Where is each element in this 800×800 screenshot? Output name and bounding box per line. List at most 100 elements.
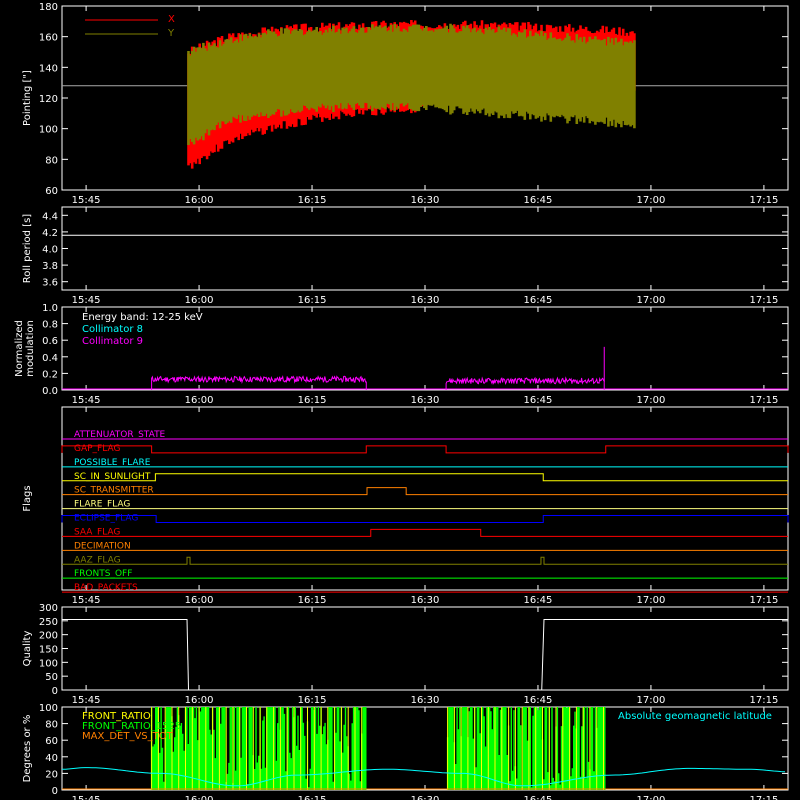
x-tick-label: 17:00	[637, 295, 666, 306]
y-tick-label: 300	[39, 603, 58, 614]
x-tick-label: 16:15	[298, 195, 327, 206]
x-tick-label: 16:30	[411, 295, 440, 306]
x-tick-label: 15:45	[72, 695, 101, 706]
x-tick-label: 17:00	[637, 795, 666, 800]
y-tick-label: 0	[52, 786, 58, 797]
y-tick-label: 80	[45, 720, 58, 731]
x-tick-label: 16:00	[185, 295, 214, 306]
flag-line	[62, 556, 788, 565]
legend-collimator-8: Collimator 8	[82, 324, 143, 335]
y-tick-label: 200	[39, 631, 58, 642]
y-tick-label: 1.0	[42, 303, 58, 314]
x-tick-label: 16:15	[298, 695, 327, 706]
flag-line	[62, 473, 788, 482]
front-ratio-1525-bars	[446, 707, 606, 790]
legend-max-det: MAX_DET_VS_TOT	[82, 731, 174, 742]
flag-line	[62, 487, 788, 496]
plot-frame-2	[61, 206, 789, 291]
x-tick-label: 16:45	[524, 695, 553, 706]
y-tick-label: 4.4	[42, 211, 58, 222]
x-tick-label: 17:15	[749, 695, 778, 706]
y-axis-label: Roll period [s]	[22, 214, 33, 283]
collimator-9-segment	[151, 375, 367, 391]
flag-line	[61, 515, 789, 523]
x-tick-label: 15:45	[72, 595, 101, 606]
plot-frame-4	[61, 406, 789, 591]
x-tick-label: 17:00	[637, 595, 666, 606]
x-tick-label: 17:00	[637, 395, 666, 406]
x-tick-label: 16:00	[185, 595, 214, 606]
x-tick-label: 15:45	[72, 295, 101, 306]
y-tick-label: 150	[39, 645, 58, 656]
flag-line	[62, 528, 788, 537]
x-tick-label: 15:45	[72, 195, 101, 206]
x-tick-label: 16:15	[298, 295, 327, 306]
x-tick-label: 16:00	[185, 795, 214, 800]
y-tick-label: 60	[45, 736, 58, 747]
x-tick-label: 17:15	[749, 295, 778, 306]
y-tick-label: 140	[39, 63, 58, 74]
x-tick-label: 16:45	[524, 195, 553, 206]
legend-geomag-lat: Absolute geomagnetic latitude	[618, 711, 772, 722]
y-tick-label: 120	[39, 94, 58, 105]
y-tick-label: 0.2	[42, 369, 58, 380]
y-tick-label: 3.8	[42, 261, 58, 272]
x-tick-label: 16:15	[298, 595, 327, 606]
pointing-legend: X Y	[85, 14, 175, 39]
y-tick-label: 40	[45, 753, 58, 764]
chart-canvas: 15:45 16:00 16:15 16:30 16:45 17:00 17:15 Point…	[14, 2, 789, 800]
quality-line	[62, 618, 788, 691]
y-tick-label: 160	[39, 33, 58, 44]
y-tick-label: 100	[39, 125, 58, 136]
y-tick-label: 4.2	[42, 228, 58, 239]
y-tick-label: 250	[39, 617, 58, 628]
y-tick-label: 3.6	[42, 278, 58, 289]
x-tick-label: 16:00	[185, 695, 214, 706]
x-tick-label: 16:15	[298, 395, 327, 406]
x-tick-label: 17:00	[637, 695, 666, 706]
y-tick-label: 60	[45, 186, 58, 197]
x-tick-label: 16:00	[185, 195, 214, 206]
y-tick-label: 0.8	[42, 320, 58, 331]
collimator-9-segment	[445, 376, 605, 391]
y-tick-label: 0.6	[42, 336, 58, 347]
x-tick-label: 17:15	[749, 795, 778, 800]
x-tick-label: 17:15	[749, 595, 778, 606]
y-tick-label: 0.0	[42, 386, 58, 397]
x-tick-label: 17:00	[637, 195, 666, 206]
y-tick-label: 0.4	[42, 353, 58, 364]
x-tick-label: 16:30	[411, 595, 440, 606]
y-axis-label: Degrees or %	[22, 715, 33, 783]
flag-line	[61, 445, 789, 454]
front-ratio-1525-bars	[150, 707, 367, 790]
energy-band-label: Energy band: 12-25 keV	[82, 312, 203, 323]
x-tick-label: 16:45	[524, 295, 553, 306]
x-tick-label: 16:45	[524, 395, 553, 406]
x-tick-label: 16:30	[411, 195, 440, 206]
x-tick-label: 17:15	[749, 395, 778, 406]
y-tick-label: 80	[45, 155, 58, 166]
x-tick-label: 16:45	[524, 795, 553, 800]
legend-label-x: X	[168, 14, 175, 25]
y-axis-label: Flags	[22, 485, 33, 511]
x-tick-label: 16:00	[185, 395, 214, 406]
x-tick-label: 16:30	[411, 695, 440, 706]
x-tick-label: 16:15	[298, 795, 327, 800]
y-tick-label: 20	[45, 769, 58, 780]
y-axis-label: Pointing ["]	[22, 70, 33, 126]
x-tick-label: 16:45	[524, 595, 553, 606]
x-tick-label: 15:45	[72, 395, 101, 406]
legend-collimator-9: Collimator 9	[82, 336, 143, 347]
y-axis-label: Quality	[22, 631, 33, 667]
x-tick-label: 16:30	[411, 795, 440, 800]
y-axis-label: Normalizedmodulation	[14, 320, 36, 377]
y-tick-label: 50	[45, 672, 58, 683]
x-tick-label: 16:30	[411, 395, 440, 406]
y-tick-label: 100	[39, 703, 58, 714]
x-tick-label: 17:15	[749, 195, 778, 206]
y-tick-label: 4.0	[42, 245, 58, 256]
x-tick-label: 15:45	[72, 795, 101, 800]
y-tick-label: 180	[39, 2, 58, 13]
legend-label-y: Y	[167, 28, 175, 39]
y-tick-label: 0	[52, 686, 58, 697]
